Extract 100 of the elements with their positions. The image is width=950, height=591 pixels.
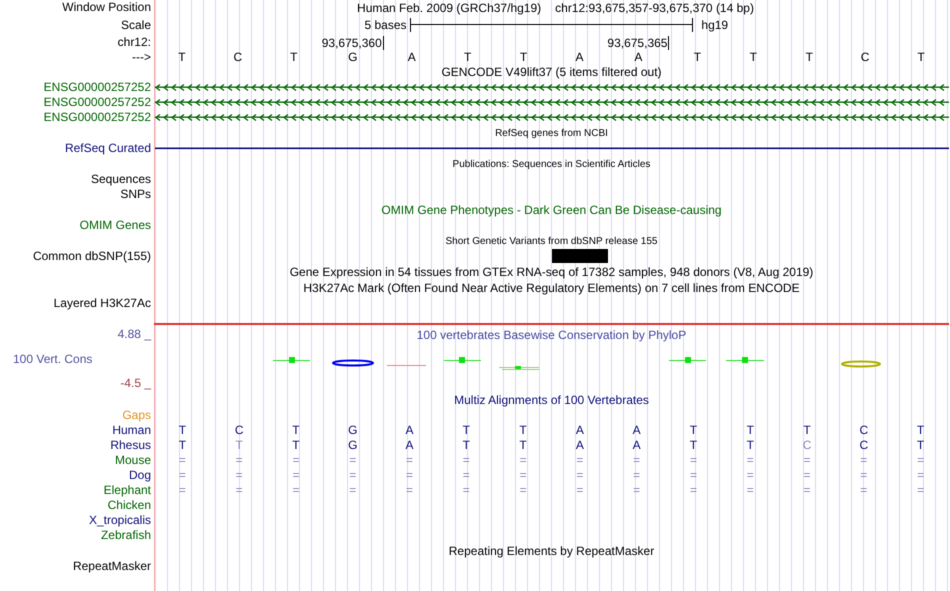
base-letter: T [748, 50, 758, 64]
alignment-base: = [575, 453, 584, 468]
track-label[interactable]: Elephant [104, 483, 151, 498]
alignment-base: = [518, 468, 528, 483]
alignment-base: = [575, 468, 584, 483]
alignment-base: = [178, 468, 187, 483]
assembly-title: Human Feb. 2009 (GRCh37/hg19) [357, 1, 542, 15]
axis-min-label: -4.5 _ [120, 376, 151, 392]
alignment-base: T [462, 423, 471, 438]
base-letter: A [574, 50, 584, 64]
alignment-base: = [348, 483, 358, 498]
alignment-base: = [632, 468, 642, 483]
alignment-base: G [347, 438, 358, 453]
coordinate-label: 93,675,365 [607, 36, 670, 50]
alignment-base: = [916, 483, 926, 498]
alignment-base: C [858, 423, 870, 438]
base-letter: T [177, 50, 187, 64]
track-title: H3K27Ac Mark (Often Found Near Active Regulatory Elements) on 7 cell lines from ENCODE [303, 281, 800, 295]
alignment-base: = [802, 468, 812, 483]
base-letter: T [462, 50, 472, 64]
base-letter: T [518, 50, 528, 64]
track-label[interactable]: chr12: [118, 34, 151, 50]
alignment-base: = [462, 453, 471, 468]
alignment-base: T [688, 438, 698, 453]
alignment-base: = [746, 483, 755, 498]
track-label[interactable]: 100 Vert. Cons [0, 352, 92, 366]
track-title: 100 vertebrates Basewise Conservation by PhyloP [416, 328, 686, 342]
alignment-base: = [291, 468, 300, 483]
track-label[interactable]: Common dbSNP(155) [32, 249, 151, 264]
alignment-base: = [462, 468, 471, 483]
alignment-base: C [802, 438, 812, 453]
track-label[interactable]: ENSG00000257252 [44, 80, 151, 95]
alignment-base: = [518, 453, 528, 468]
alignment-base: A [574, 423, 585, 438]
base-letter: C [232, 50, 244, 64]
alignment-base: = [688, 483, 698, 498]
track-title: Short Genetic Variants from dbSNP release 155 [446, 236, 658, 246]
alignment-base: = [462, 483, 471, 498]
alignment-base: = [859, 468, 868, 483]
alignment-base: T [916, 423, 926, 438]
gene-strand-drawing[interactable] [154, 98, 949, 106]
alignment-base: = [802, 453, 812, 468]
track-label[interactable]: Window Position [62, 0, 151, 15]
base-letter: G [347, 50, 358, 64]
alignment-base: = [688, 453, 698, 468]
track-label[interactable]: Chicken [108, 498, 151, 513]
alignment-base: = [518, 483, 528, 498]
alignment-base: = [234, 483, 244, 498]
alignment-base: = [802, 483, 812, 498]
alignment-base: A [632, 423, 642, 438]
track-label[interactable]: Layered H3K27Ac [54, 296, 151, 311]
coordinate-label: 93,675,360 [322, 36, 384, 50]
track-label[interactable]: Dog [128, 468, 151, 483]
alignment-base: T [916, 438, 926, 453]
base-letter: T [804, 50, 814, 64]
alignment-base: A [574, 438, 585, 453]
track-label[interactable]: X_tropicalis [88, 513, 151, 528]
track-label[interactable]: Sequences [90, 172, 151, 187]
alignment-base: = [178, 453, 187, 468]
alignment-base: C [858, 438, 870, 453]
track-label[interactable]: ENSG00000257252 [44, 110, 151, 125]
alignment-base: T [462, 438, 471, 453]
alignment-base: = [746, 468, 755, 483]
track-title: OMIM Gene Phenotypes - Dark Green Can Be Disease-causing [381, 203, 722, 217]
position-text: chr12:93,675,357-93,675,370 (14 bp) [555, 1, 754, 15]
alignment-base: = [348, 468, 358, 483]
alignment-base: A [404, 423, 415, 438]
alignment-base: = [405, 453, 414, 468]
track-label[interactable]: RefSeq Curated [64, 141, 151, 156]
track-title: Repeating Elements by RepeatMasker [448, 544, 654, 558]
track-label[interactable]: ---> [132, 50, 151, 64]
track-label[interactable]: Human [112, 423, 151, 438]
alignment-base: = [859, 483, 868, 498]
alignment-base: G [347, 423, 358, 438]
track-label[interactable]: ENSG00000257252 [44, 95, 151, 110]
track-label[interactable]: Scale [120, 16, 151, 34]
alignment-base: = [746, 453, 755, 468]
track-title: RefSeq genes from NCBI [495, 128, 608, 138]
track-label[interactable]: Zebrafish [100, 528, 151, 543]
alignment-base: T [746, 438, 755, 453]
track-title: Multiz Alignments of 100 Vertebrates [454, 393, 649, 407]
base-letter: T [916, 50, 926, 64]
track-label[interactable]: RepeatMasker [72, 559, 151, 574]
alignment-base: C [234, 423, 244, 438]
alignment-base: = [575, 483, 584, 498]
track-label[interactable]: Rhesus [110, 438, 151, 453]
track-label[interactable]: OMIM Genes [80, 218, 151, 233]
alignment-base: = [916, 453, 926, 468]
alignment-base: T [688, 423, 698, 438]
gene-strand-drawing[interactable] [154, 84, 949, 92]
gene-line[interactable] [155, 148, 949, 150]
alignment-base: T [291, 438, 301, 453]
alignment-base: = [632, 483, 642, 498]
gene-strand-drawing[interactable] [154, 114, 949, 122]
track-label[interactable]: Mouse [114, 453, 151, 468]
track-label[interactable]: SNPs [120, 187, 151, 202]
alignment-base: T [746, 423, 755, 438]
alignment-base: = [234, 453, 244, 468]
alignment-base: = [291, 453, 300, 468]
alignment-base: T [802, 423, 812, 438]
